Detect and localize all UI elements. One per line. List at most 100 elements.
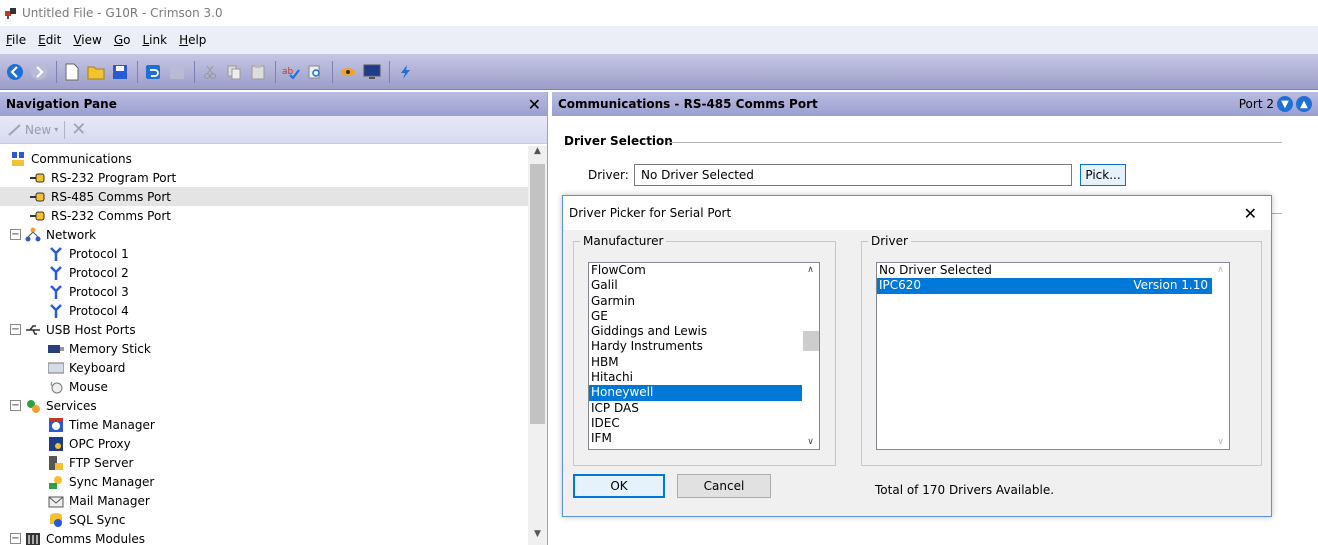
open-folder-icon[interactable] [85,61,107,83]
menu-help[interactable]: Help [179,33,206,47]
tree-item[interactable]: Sync Manager [0,472,528,491]
menu-file[interactable]: File [6,33,26,47]
tree-item[interactable]: Communications [0,149,528,168]
tree-item[interactable]: − Network [0,225,528,244]
scroll-down-icon[interactable]: ▼ [528,529,547,545]
driver-item[interactable]: IPC620 Version 1.10 [877,278,1212,294]
driver-scrollbar[interactable]: ∧ ∨ [1212,263,1229,449]
tree-item[interactable]: RS-232 Program Port [0,168,528,187]
undo-icon[interactable] [142,61,164,83]
tree-item[interactable]: Protocol 2 [0,263,528,282]
delete-icon[interactable]: ✕ [71,119,86,140]
tree-item[interactable]: Keyboard [0,358,528,377]
collapse-icon[interactable]: − [10,229,21,240]
redo-icon[interactable] [166,61,188,83]
protocol-icon [48,303,64,319]
spell-check-icon[interactable]: ab [280,61,302,83]
cancel-button[interactable]: Cancel [677,474,771,498]
scroll-up-icon[interactable]: ▲ [528,146,547,162]
time-manager-icon [48,417,64,433]
manufacturer-item[interactable]: IDEC [589,416,819,431]
manufacturer-item[interactable]: Garmin [589,294,819,309]
arrow-down-icon[interactable]: ▼ [1277,96,1293,112]
driver-list[interactable]: No Driver Selected IPC620 Version 1.10 ∧ ∨ [876,262,1230,450]
cut-icon[interactable] [199,61,221,83]
manufacturer-item[interactable]: FlowCom [589,263,819,278]
navigation-scrollbar[interactable]: ▲ ▼ [528,146,547,545]
back-icon[interactable] [4,61,26,83]
driver-item[interactable]: No Driver Selected [877,263,1212,278]
manufacturer-item[interactable]: HBM [589,355,819,370]
tree-item-label: RS-232 Program Port [51,170,177,185]
tree-item[interactable]: Time Manager [0,415,528,434]
ok-button[interactable]: OK [573,474,665,498]
toolbar-separator [194,60,195,83]
find-icon[interactable] [304,61,326,83]
menu-view[interactable]: View [73,33,101,47]
serial-port-icon [30,170,46,186]
manufacturer-item[interactable]: Hardy Instruments [589,339,819,354]
tree-item[interactable]: − Comms Modules [0,529,528,545]
toolbar-separator [56,60,57,83]
serial-port-icon [30,208,46,224]
tree-item-label: Mouse [69,379,108,394]
tree-item[interactable]: Protocol 4 [0,301,528,320]
menu-go[interactable]: Go [114,33,131,47]
tree-item[interactable]: FTP Server [0,453,528,472]
manufacturer-item[interactable]: Honeywell [589,385,819,401]
manufacturer-scrollbar[interactable]: ∧ ∨ [802,263,819,449]
tree-item[interactable]: Mouse [0,377,528,396]
tree-item-label: RS-485 Comms Port [51,189,171,204]
manufacturer-item[interactable]: Giddings and Lewis [589,324,819,339]
chevron-down-icon: ▾ [54,125,59,134]
tree-item[interactable]: Protocol 3 [0,282,528,301]
new-button[interactable]: New ▾ [8,123,58,137]
tree-item[interactable]: OPC Proxy [0,434,528,453]
tree-item-label: Communications [31,151,132,166]
tree-item[interactable]: − Services [0,396,528,415]
copy-icon[interactable] [223,61,245,83]
close-icon[interactable]: ✕ [1244,204,1265,223]
menu-edit[interactable]: Edit [38,33,61,47]
tree-item[interactable]: − USB Host Ports [0,320,528,339]
link-icon[interactable] [337,61,359,83]
tree-item-label: Time Manager [69,417,155,432]
scroll-up-icon[interactable]: ∧ [802,265,819,275]
manufacturer-item[interactable]: ICP DAS [589,401,819,416]
forward-icon[interactable] [28,61,50,83]
pick-button[interactable]: Pick... [1080,164,1126,186]
collapse-icon[interactable]: − [10,533,21,544]
menu-link[interactable]: Link [142,33,167,47]
save-icon[interactable] [109,61,131,83]
manufacturer-list[interactable]: FlowCom Galil Garmin GE Giddings and Lewis Ha… [588,262,820,450]
tree-item[interactable]: Memory Stick [0,339,528,358]
scrollbar-thumb[interactable] [803,331,819,351]
download-icon[interactable] [394,61,416,83]
arrow-up-icon[interactable]: ▲ [1296,96,1312,112]
collapse-icon[interactable]: − [10,400,21,411]
serial-port-icon [30,189,46,205]
tree-item[interactable]: RS-485 Comms Port [0,187,528,206]
scrollbar-thumb[interactable] [530,164,545,424]
new-file-icon[interactable] [61,61,83,83]
close-icon[interactable]: ✕ [528,95,541,114]
manufacturer-item[interactable]: Hitachi [589,370,819,385]
window-title: Untitled File - G10R - Crimson 3.0 [22,6,223,20]
app-icon [5,8,16,19]
driver-name: IPC620 [879,278,922,293]
manufacturer-item[interactable]: GE [589,309,819,324]
tree-item[interactable]: Protocol 1 [0,244,528,263]
tree-item[interactable]: Mail Manager [0,491,528,510]
memory-stick-icon [48,341,64,357]
network-icon [25,227,41,243]
scroll-down-icon[interactable]: ∨ [802,437,819,447]
paste-icon[interactable] [247,61,269,83]
manufacturer-item[interactable]: IFM [589,431,819,446]
collapse-icon[interactable]: − [10,324,21,335]
manufacturer-item[interactable]: Galil [589,278,819,293]
port-label: Port 2 [1238,97,1274,111]
monitor-icon[interactable] [361,61,383,83]
tree-item[interactable]: SQL Sync [0,510,528,529]
total-drivers-text: Total of 170 Drivers Available. [875,483,1055,497]
tree-item[interactable]: RS-232 Comms Port [0,206,528,225]
